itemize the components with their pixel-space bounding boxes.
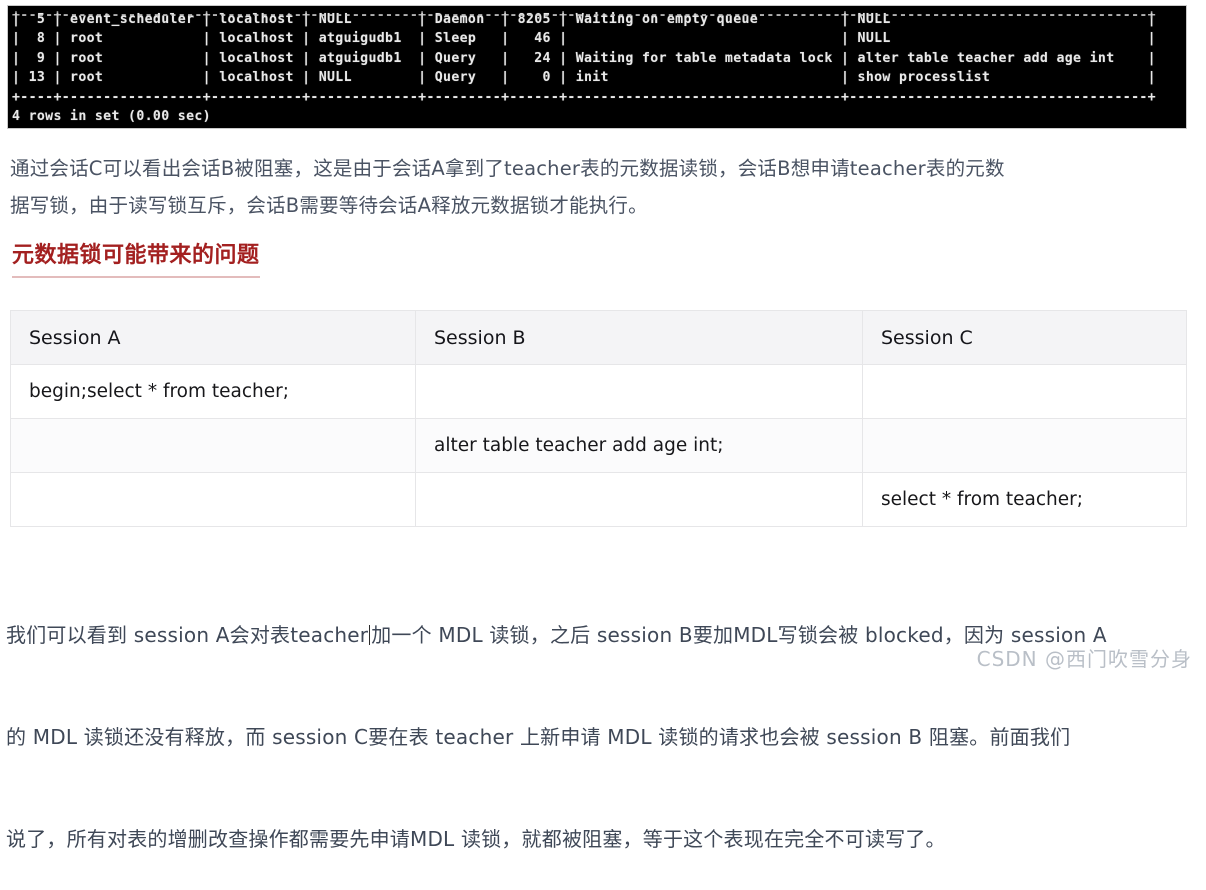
explanation-paragraph-bottom: 我们可以看到 session A会对表teacher 加一个 MDL 读锁，之后 … [6,550,1202,890]
terminal-top-rule: +----+-----------------+-----------+----… [12,8,1156,23]
terminal-text: | 5 | event_scheduler | localhost | NULL… [12,12,1156,125]
column-header-session-b: Session B [415,310,863,365]
paragraph-line-2: 的 MDL 读锁还没有释放，而 session C要在表 teacher 上新申… [6,725,1071,749]
table-cell-session-b: alter table teacher add age int; [415,418,863,473]
section-heading-metadata-lock-problems: 元数据锁可能带来的问题 [12,243,260,278]
mysql-terminal-output: +----+-----------------+-----------+----… [8,6,1186,128]
explanation-paragraph-top: 通过会话C可以看出会话B被阻塞，这是由于会话A拿到了teacher表的元数据读锁… [10,157,1005,217]
table-row: begin;select * from teacher; [10,364,1187,419]
table-cell-session-b [415,472,863,527]
paragraph-line-3: 说了，所有对表的增删改查操作都需要先申请MDL 读锁，就都被阻塞，等于这个表现在… [6,827,946,851]
table-cell-session-c: select * from teacher; [862,472,1187,527]
table-header-row: Session A Session B Session C [10,310,1187,365]
table-cell-session-b [415,364,863,419]
paragraph-line-1-before-caret: 我们可以看到 session A会对表teacher [6,623,369,647]
table-cell-session-c [862,418,1187,473]
table-row: select * from teacher; [10,472,1187,527]
table-cell-session-a: begin;select * from teacher; [10,364,416,419]
column-header-session-c: Session C [862,310,1187,365]
table-cell-session-a [10,418,416,473]
table-cell-session-c [862,364,1187,419]
session-timeline-table: Session A Session B Session C begin;sele… [10,310,1187,527]
csdn-watermark: CSDN @西门吹雪分身 [976,647,1192,671]
column-header-session-a: Session A [10,310,416,365]
table-row: alter table teacher add age int; [10,418,1187,473]
table-cell-session-a [10,472,416,527]
